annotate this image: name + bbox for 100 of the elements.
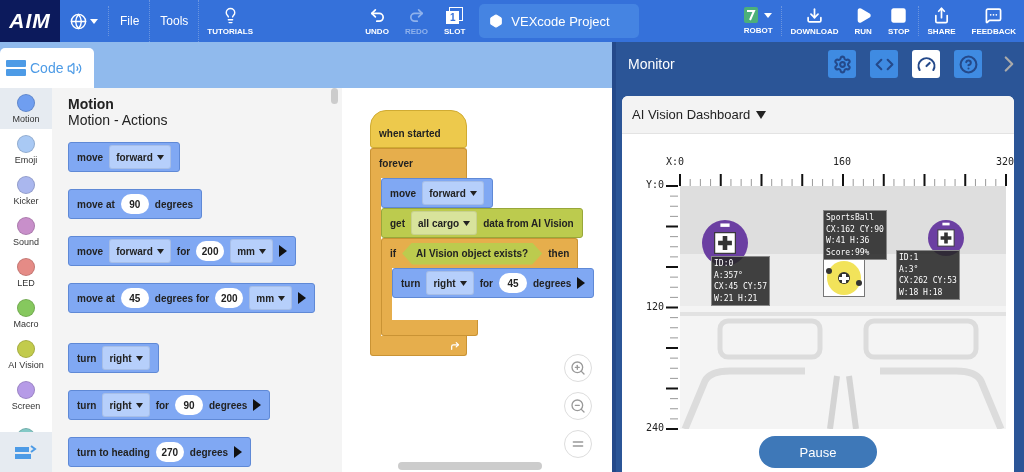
speaker-icon[interactable] — [67, 60, 83, 76]
code-block[interactable]: move at 45 degrees for 200 mm — [68, 283, 316, 313]
hat-block[interactable]: when started — [370, 110, 467, 148]
axis-tick-label: X:0 — [666, 156, 685, 167]
block-text: move — [77, 151, 104, 163]
palette-title: Motion — [68, 96, 115, 112]
zoom-in-icon — [570, 360, 586, 376]
detection-text: CX:162 CY:90 — [826, 223, 884, 235]
number-input[interactable]: 200 — [196, 241, 225, 261]
block-dropdown[interactable]: mm — [230, 239, 273, 263]
code-block[interactable]: move forward — [381, 178, 493, 208]
number-input[interactable]: 90 — [120, 194, 149, 214]
caret-icon — [469, 190, 477, 196]
code-block[interactable]: get all cargo data from AI Vision — [381, 208, 583, 238]
scrollbar[interactable] — [398, 462, 542, 470]
run-button[interactable]: RUN — [846, 6, 880, 36]
detection-text: W:18 H:18 — [899, 286, 944, 298]
code-block[interactable]: move forward for 200 mm — [68, 236, 296, 266]
block-text: move at — [77, 292, 115, 304]
hexagon-icon — [489, 14, 504, 28]
number-input[interactable]: 45 — [120, 288, 149, 308]
download-icon — [806, 6, 824, 24]
project-name-field[interactable]: VEXcode Project — [479, 4, 640, 38]
caret-icon — [258, 248, 266, 254]
axis-tick-label: 240 — [645, 422, 664, 433]
block-text: degrees — [533, 277, 572, 289]
caret-icon — [278, 295, 286, 301]
block-text: forever — [379, 158, 413, 169]
code-block[interactable]: turn right for 90 degrees — [68, 390, 271, 420]
block-text: get — [390, 217, 405, 229]
forever-block-top[interactable]: forever — [370, 148, 467, 178]
pause-button[interactable]: Pause — [759, 436, 877, 468]
if-block-top[interactable]: if AI Vision object exists? then — [381, 238, 579, 268]
code-block[interactable]: turn to heading 270 degrees — [68, 437, 252, 467]
block-dropdown[interactable]: forward — [422, 181, 484, 205]
number-input[interactable]: 45 — [499, 273, 527, 293]
expand-arrow-icon[interactable] — [234, 446, 243, 458]
dashboard-dropdown[interactable]: AI Vision Dashboard — [622, 96, 1014, 134]
code-block[interactable]: move at 90 degrees — [68, 189, 203, 219]
block-text: move at — [77, 198, 115, 210]
expand-arrow-icon[interactable] — [278, 245, 287, 257]
detection-text: ID:0 — [714, 258, 735, 270]
tutorials-button[interactable]: TUTORIALS — [199, 6, 261, 36]
caret-icon — [90, 18, 98, 24]
block-text: degrees — [189, 446, 229, 458]
detection-text: W:41 H:36 — [826, 235, 871, 247]
reset-zoom-button[interactable] — [564, 430, 592, 458]
scrollbar[interactable] — [331, 88, 338, 104]
expand-arrow-icon[interactable] — [253, 399, 262, 411]
palette-subtitle: Motion - Actions — [68, 112, 169, 128]
undo-button[interactable]: UNDO — [357, 6, 397, 36]
block-dropdown[interactable]: forward — [109, 145, 171, 169]
download-button[interactable]: DOWNLOAD — [782, 6, 847, 36]
detection-text: CX:45 CY:57 — [714, 281, 767, 293]
number-input[interactable]: 200 — [215, 288, 244, 308]
chat-bubble-icon — [985, 6, 1003, 24]
block-text: when started — [379, 127, 441, 139]
extensions-button[interactable] — [0, 432, 52, 472]
detection-text: SportsBall — [826, 212, 876, 224]
slot-button[interactable]: 1 SLOT — [436, 6, 474, 36]
block-text: degrees for — [154, 292, 210, 304]
block-text: for — [176, 245, 191, 257]
stop-button[interactable]: STOP — [879, 6, 918, 36]
zoom-out-button[interactable] — [564, 392, 592, 420]
condition-block[interactable]: AI Vision object exists? — [402, 242, 543, 265]
number-input[interactable]: 270 — [155, 442, 184, 462]
zoom-in-button[interactable] — [564, 354, 592, 382]
code-block[interactable]: turn right — [68, 343, 159, 373]
expand-arrow-icon[interactable] — [298, 292, 307, 304]
feedback-button[interactable]: FEEDBACK — [963, 6, 1024, 36]
robot-icon — [744, 7, 759, 23]
caret-icon — [764, 12, 773, 18]
share-button[interactable]: SHARE — [919, 6, 964, 36]
code-block[interactable]: turn right for 45 degrees — [392, 268, 595, 298]
block-dropdown[interactable]: all cargo — [411, 211, 478, 235]
slot-icon: 1 — [446, 6, 464, 24]
detection-text: A:357° — [714, 269, 744, 281]
caret-icon — [156, 248, 164, 254]
gauge-icon — [916, 54, 936, 74]
stop-icon — [890, 6, 908, 24]
logo[interactable]: AIM — [0, 0, 60, 42]
category-item[interactable]: Motion — [0, 88, 52, 129]
block-text: for — [155, 399, 169, 411]
caret-icon — [756, 110, 767, 119]
robot-button[interactable]: ROBOT — [735, 7, 781, 35]
axis-tick-label: 160 — [833, 156, 852, 167]
block-dropdown[interactable]: right — [426, 271, 474, 295]
detection-text: Score:99% — [826, 246, 871, 258]
expand-arrow-icon[interactable] — [577, 277, 586, 289]
blocks-icon — [6, 60, 26, 76]
block-dropdown[interactable]: mm — [249, 286, 293, 310]
detection-text: CX:262 CY:53 — [899, 275, 957, 287]
zoom-out-icon — [570, 398, 586, 414]
block-text: move — [390, 187, 417, 199]
block-dropdown[interactable]: right — [102, 393, 150, 417]
monitor-tab[interactable] — [912, 50, 940, 78]
block-dropdown[interactable]: forward — [109, 239, 171, 263]
number-input[interactable]: 90 — [175, 395, 203, 415]
code-block[interactable]: move forward — [68, 142, 180, 172]
block-dropdown[interactable]: right — [102, 346, 150, 370]
